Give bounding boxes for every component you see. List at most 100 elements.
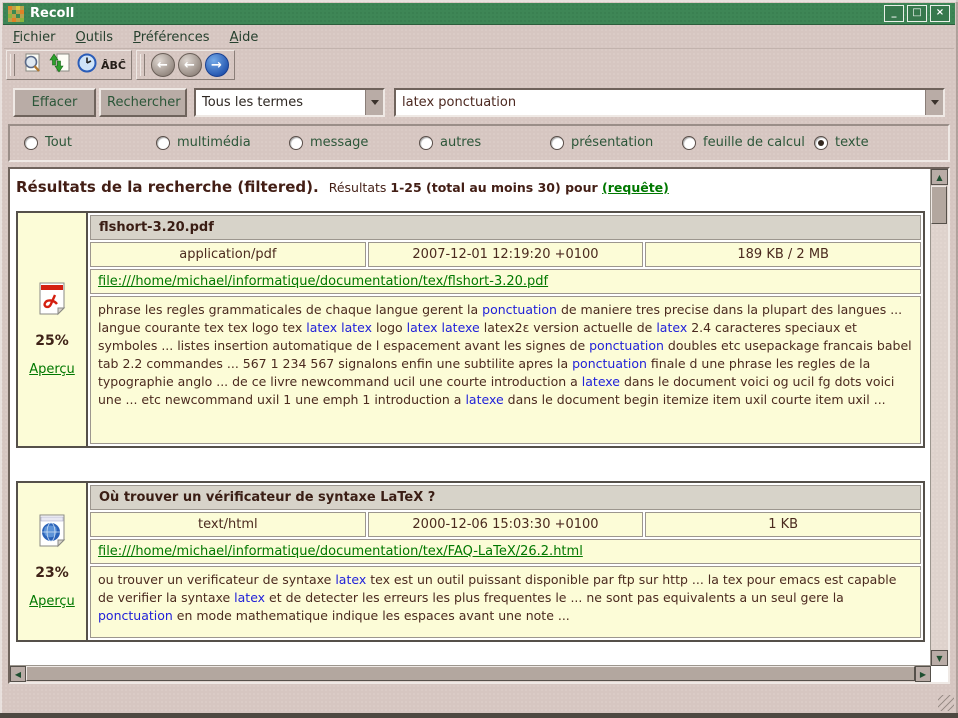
search-bar: Effacer Rechercher Tous les termes xyxy=(13,88,945,117)
results-panel: Résultats de la recherche (filtered). Rés… xyxy=(8,167,950,684)
toolbar-drag-handle[interactable] xyxy=(140,54,145,76)
filter-radio-presentation[interactable]: présentation xyxy=(550,135,653,150)
radio-icon xyxy=(682,136,696,150)
chevron-down-icon[interactable] xyxy=(925,90,943,115)
search-input[interactable] xyxy=(396,95,925,110)
abc-spell-icon: ÂBĈ xyxy=(101,59,126,72)
mime-cell: application/pdf xyxy=(90,242,366,267)
recoll-app-icon xyxy=(8,6,24,22)
chevron-down-icon[interactable] xyxy=(365,90,383,115)
result-body: Où trouver un vérificateur de syntaxe La… xyxy=(88,483,923,640)
go-first-button[interactable]: ← xyxy=(149,52,176,78)
result-url-row: file:///home/michael/informatique/docume… xyxy=(90,539,921,564)
scroll-down-button[interactable]: ▼ xyxy=(931,650,948,666)
app-window: Recoll _ □ × Fichier Outils Préférences … xyxy=(0,0,958,718)
toolbar-group-navigation: ← ← → xyxy=(136,50,235,80)
vertical-scrollbar[interactable]: ▲ ▼ xyxy=(930,169,948,666)
radio-selected-icon xyxy=(814,136,828,150)
results-title: Résultats de la recherche (filtered). xyxy=(16,178,319,196)
radio-icon xyxy=(419,136,433,150)
window-bottom-edge xyxy=(0,713,958,718)
url-link[interactable]: file:///home/michael/informatique/docume… xyxy=(98,544,583,559)
search-mode-value: Tous les termes xyxy=(196,95,365,110)
scroll-right-button[interactable]: ▶ xyxy=(915,666,931,682)
query-combobox xyxy=(394,88,945,117)
date-cell: 2000-12-06 15:03:30 +0100 xyxy=(368,512,644,537)
maximize-button[interactable]: □ xyxy=(907,5,927,22)
menu-item-aide[interactable]: Aide xyxy=(221,29,268,46)
vertical-scroll-thumb[interactable] xyxy=(931,186,947,224)
relevance-percent: 25% xyxy=(35,333,69,349)
search-mode-select[interactable]: Tous les termes xyxy=(194,88,385,117)
result-meta-row: text/html 2000-12-06 15:03:30 +0100 1 KB xyxy=(90,512,921,537)
result-body: flshort-3.20.pdf application/pdf 2007-12… xyxy=(88,213,923,446)
arrow-first-icon: ← xyxy=(151,53,175,77)
menu-item-preferences[interactable]: Préférences xyxy=(124,29,218,46)
pdf-icon xyxy=(37,282,67,320)
search-button[interactable]: Rechercher xyxy=(99,88,187,117)
close-button[interactable]: × xyxy=(930,5,950,22)
results-list: Résultats de la recherche (filtered). Rés… xyxy=(10,169,931,666)
document-sync-arrows-icon xyxy=(49,52,71,78)
term-explorer-button[interactable]: ÂBĈ xyxy=(100,52,127,78)
filter-radio-tout[interactable]: Tout xyxy=(24,135,72,150)
filter-radio-multimedia[interactable]: multimédia xyxy=(156,135,251,150)
snippet-text: phrase les regles grammaticales de chaqu… xyxy=(90,296,921,444)
document-magnifier-icon xyxy=(22,52,44,78)
radio-icon xyxy=(550,136,564,150)
category-filter-frame: Tout multimédia message autres présentat… xyxy=(8,124,950,162)
scroll-left-button[interactable]: ◀ xyxy=(10,666,26,682)
result-card: 25% Aperçu flshort-3.20.pdf application/… xyxy=(16,211,925,448)
result-url-row: file:///home/michael/informatique/docume… xyxy=(90,269,921,294)
html-globe-icon xyxy=(37,514,67,552)
filter-radio-message[interactable]: message xyxy=(289,135,368,150)
url-link[interactable]: file:///home/michael/informatique/docume… xyxy=(98,274,548,289)
size-cell: 1 KB xyxy=(645,512,921,537)
menu-item-fichier[interactable]: Fichier xyxy=(4,29,65,46)
document-search-button[interactable] xyxy=(19,52,46,78)
date-cell: 2007-12-01 12:19:20 +0100 xyxy=(368,242,644,267)
toolbar: ÂBĈ ← ← → xyxy=(6,50,235,80)
result-side-panel: 23% Aperçu xyxy=(18,483,88,640)
result-card: 23% Aperçu Où trouver un vérificateur de… xyxy=(16,481,925,642)
menu-item-outils[interactable]: Outils xyxy=(67,29,123,46)
menubar: Fichier Outils Préférences Aide xyxy=(4,27,954,49)
go-back-button[interactable]: ← xyxy=(176,52,203,78)
toolbar-drag-handle[interactable] xyxy=(10,54,15,76)
preview-link[interactable]: Aperçu xyxy=(29,362,75,377)
relevance-percent: 23% xyxy=(35,565,69,581)
result-title: flshort-3.20.pdf xyxy=(90,215,921,240)
clear-button[interactable]: Effacer xyxy=(13,88,96,117)
preview-link[interactable]: Aperçu xyxy=(29,594,75,609)
history-button[interactable] xyxy=(73,52,100,78)
query-link[interactable]: (requête) xyxy=(602,180,669,195)
scroll-up-button[interactable]: ▲ xyxy=(931,169,948,185)
radio-icon xyxy=(24,136,38,150)
window-controls: _ □ × xyxy=(884,5,950,22)
window-resize-grip[interactable] xyxy=(938,695,954,711)
window-title: Recoll xyxy=(30,6,884,21)
result-meta-row: application/pdf 2007-12-01 12:19:20 +010… xyxy=(90,242,921,267)
filter-radio-feuille-de-calcul[interactable]: feuille de calcul xyxy=(682,135,805,150)
filter-radio-autres[interactable]: autres xyxy=(419,135,481,150)
toolbar-group-tools: ÂBĈ xyxy=(6,50,132,80)
minimize-button[interactable]: _ xyxy=(884,5,904,22)
horizontal-scrollbar[interactable]: ◀ ▶ xyxy=(10,665,931,682)
radio-icon xyxy=(156,136,170,150)
clock-icon xyxy=(77,53,97,77)
size-cell: 189 KB / 2 MB xyxy=(645,242,921,267)
results-range: 1-25 (total au moins 30) pour xyxy=(390,180,602,195)
window-titlebar[interactable]: Recoll _ □ × xyxy=(3,3,955,25)
radio-icon xyxy=(289,136,303,150)
filter-radio-texte[interactable]: texte xyxy=(814,135,869,150)
snippet-text: ou trouver un verificateur de syntaxe la… xyxy=(90,566,921,638)
result-side-panel: 25% Aperçu xyxy=(18,213,88,446)
horizontal-scroll-thumb[interactable] xyxy=(26,666,915,681)
results-summary-prefix: Résultats xyxy=(329,180,391,195)
mime-cell: text/html xyxy=(90,512,366,537)
go-forward-button[interactable]: → xyxy=(203,52,230,78)
update-index-button[interactable] xyxy=(46,52,73,78)
arrow-forward-icon: → xyxy=(205,53,229,77)
arrow-back-icon: ← xyxy=(178,53,202,77)
result-title: Où trouver un vérificateur de syntaxe La… xyxy=(90,485,921,510)
